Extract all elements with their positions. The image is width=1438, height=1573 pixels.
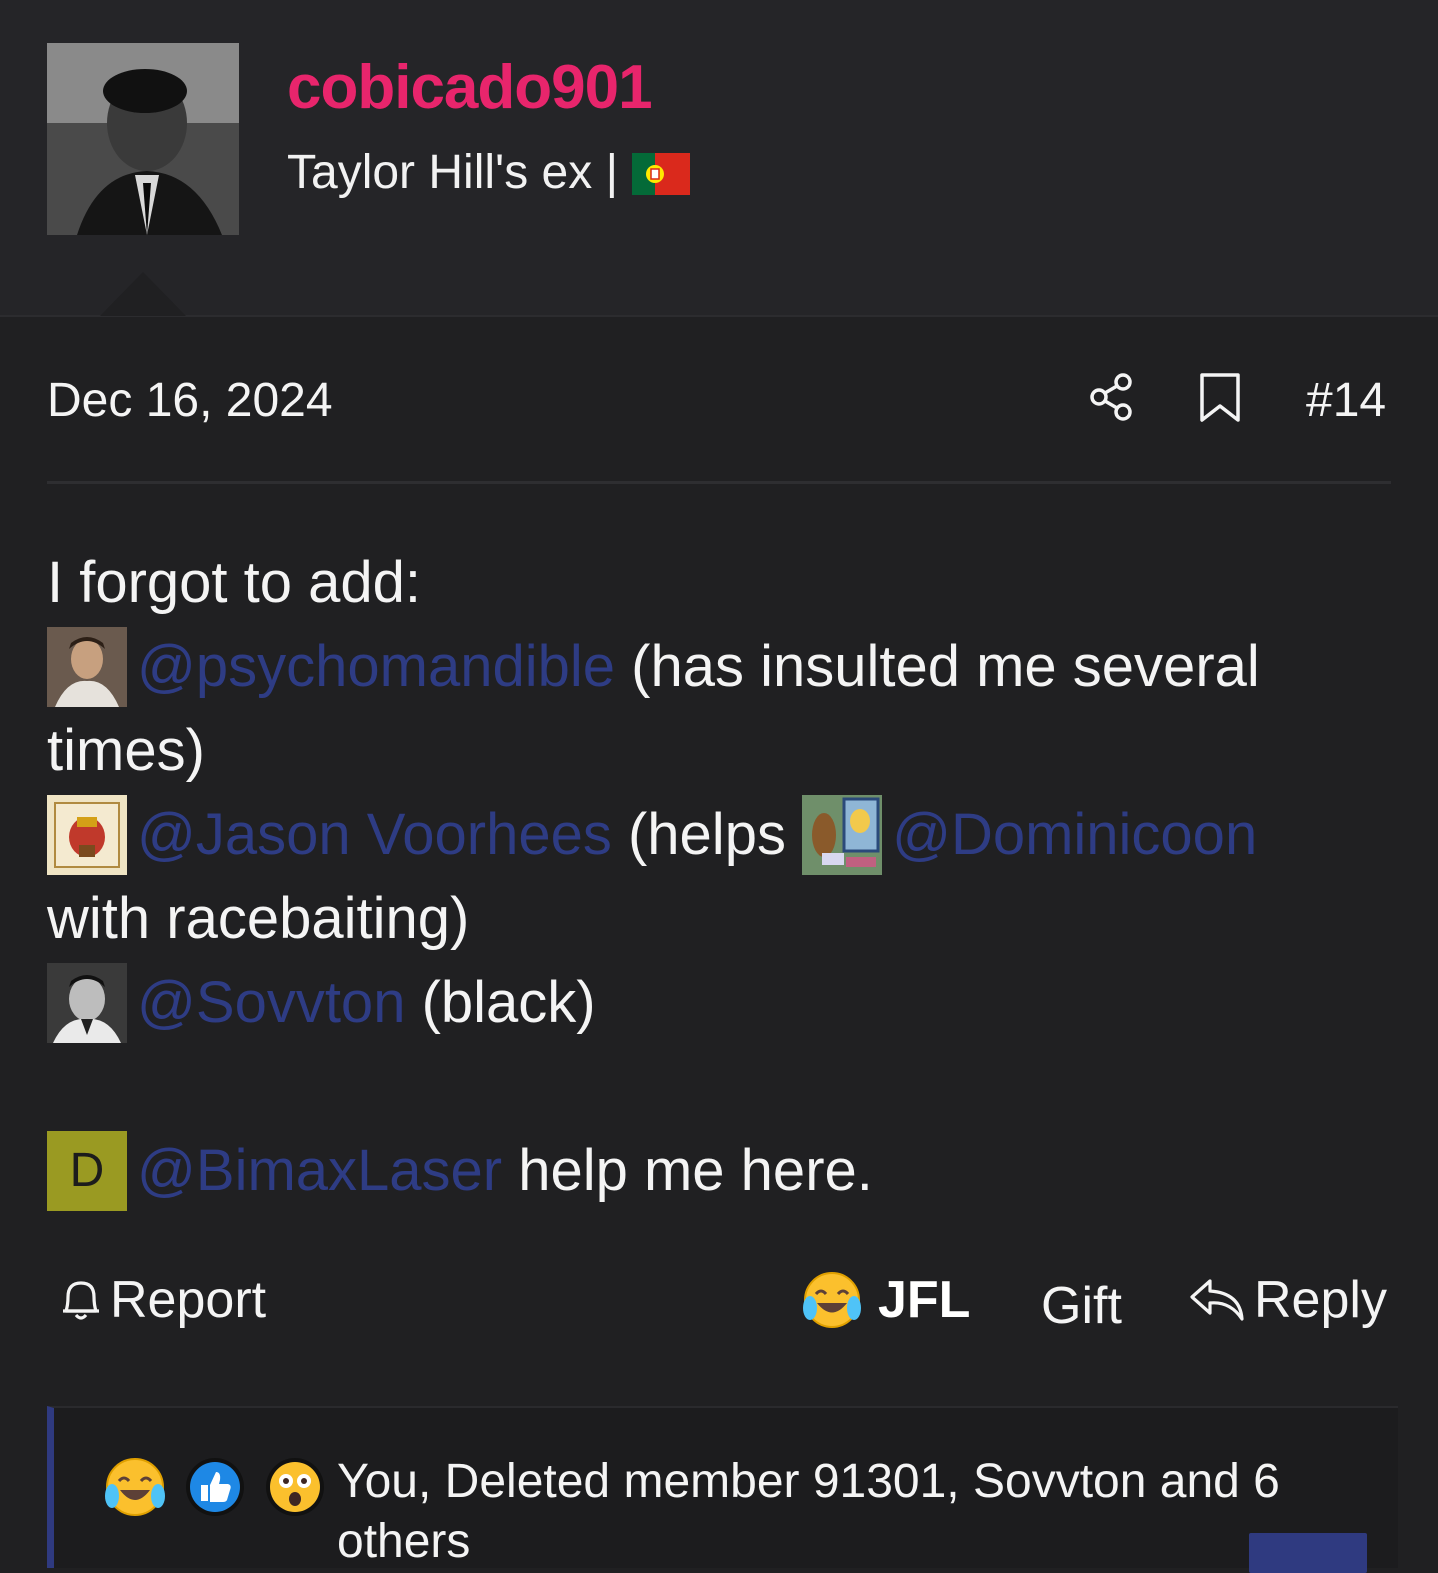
reactions-summary[interactable]: You, Deleted member 91301, Sovvton and 6… xyxy=(337,1452,1297,1572)
post-line: @Sovvton (black) xyxy=(47,961,1391,1045)
post-line: @psychomandible (has insulted me several xyxy=(47,625,1391,709)
user-title: Taylor Hill's ex | xyxy=(287,145,691,200)
post-text: (black) xyxy=(405,970,596,1035)
header-pointer xyxy=(100,272,186,316)
mention-link[interactable]: @Sovvton xyxy=(137,961,405,1045)
post-text: (helps xyxy=(611,802,803,867)
post-line: D @BimaxLaser help me here. xyxy=(47,1129,1391,1213)
post-date[interactable]: Dec 16, 2024 xyxy=(47,373,333,428)
reply-label: Reply xyxy=(1254,1271,1387,1329)
joy-emoji-icon xyxy=(104,1456,166,1518)
user-avatar[interactable] xyxy=(47,43,239,235)
post-text: times) xyxy=(47,718,205,783)
post-number[interactable]: #14 xyxy=(1306,373,1386,428)
bell-icon xyxy=(63,1281,99,1320)
reaction-icons xyxy=(104,1456,326,1518)
reply-button[interactable]: Reply xyxy=(1188,1270,1387,1330)
mention-link[interactable]: @psychomandible xyxy=(137,625,615,709)
mention-link[interactable]: @Dominicoon xyxy=(892,793,1257,877)
post-line: with racebaiting) xyxy=(47,877,1391,961)
username[interactable]: cobicado901 xyxy=(287,52,653,123)
mention-avatar[interactable] xyxy=(47,627,127,707)
post-line: @Jason Voorhees (helps @Dominicoon xyxy=(47,793,1391,877)
user-header: cobicado901 Taylor Hill's ex | xyxy=(0,0,1438,317)
report-label: Report xyxy=(110,1271,267,1329)
post-text: with racebaiting) xyxy=(47,886,470,951)
astonished-emoji-icon xyxy=(264,1456,326,1518)
post-text: help me here. xyxy=(502,1138,873,1203)
share-icon[interactable] xyxy=(1088,372,1138,422)
like-thumb-icon xyxy=(184,1456,246,1518)
gift-button[interactable]: Gift xyxy=(1041,1270,1122,1342)
post-divider xyxy=(47,481,1391,484)
post-actions: Report JFL Gift Reply xyxy=(0,1270,1438,1350)
jfl-label: JFL xyxy=(878,1271,971,1329)
mention-avatar[interactable] xyxy=(802,795,883,875)
mention-avatar[interactable] xyxy=(47,795,127,875)
jfl-reaction-button[interactable]: JFL xyxy=(802,1270,970,1330)
post-line: times) xyxy=(47,709,1391,793)
post-line: I forgot to add: xyxy=(47,541,1391,625)
reply-arrow-icon xyxy=(1190,1279,1244,1321)
user-title-text: Taylor Hill's ex | xyxy=(287,146,619,199)
mention-link[interactable]: @Jason Voorhees xyxy=(137,793,612,877)
reactions-bar[interactable]: You, Deleted member 91301, Sovvton and 6… xyxy=(47,1406,1398,1573)
reactions-more-button[interactable] xyxy=(1249,1533,1367,1573)
mention-avatar[interactable] xyxy=(47,963,127,1043)
mention-link[interactable]: @BimaxLaser xyxy=(137,1129,502,1213)
post-text: I forgot to add: xyxy=(47,550,422,615)
portugal-flag-icon xyxy=(632,152,691,195)
post-text: (has insulted me several xyxy=(615,634,1260,699)
report-button[interactable]: Report xyxy=(58,1270,266,1330)
bookmark-icon[interactable] xyxy=(1198,372,1242,424)
mention-letter-avatar[interactable]: D xyxy=(47,1131,127,1211)
joy-emoji-icon xyxy=(803,1272,861,1328)
post-body: I forgot to add: @psychomandible (has in… xyxy=(47,541,1391,1213)
